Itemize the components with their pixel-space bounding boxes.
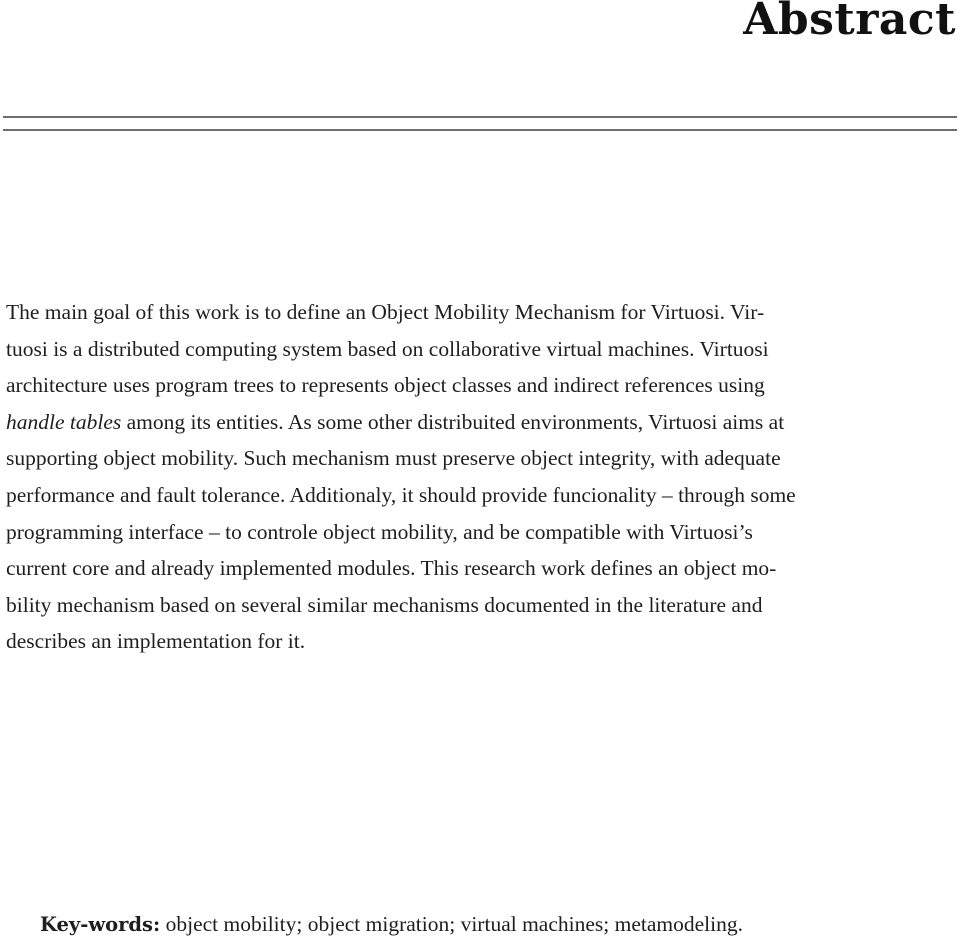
emphasis-handle-tables: handle tables — [6, 409, 122, 434]
keywords-text: object mobility; object migration; virtu… — [160, 912, 743, 936]
title-rule-bottom — [3, 129, 957, 131]
abstract-line: The main goal of this work is to define … — [6, 300, 765, 324]
abstract-line: architecture uses program trees to repre… — [6, 373, 765, 398]
section-title: Abstract — [743, 0, 956, 45]
abstract-line: describes an implementation for it. — [6, 629, 306, 654]
abstract-line: tuosi is a distributed computing system … — [6, 336, 769, 361]
keywords-label: Key-words: — [40, 913, 161, 936]
title-rule-top — [3, 116, 957, 118]
abstract-body: The main goal of this work is to define … — [6, 294, 956, 660]
abstract-line: programming interface – to controle obje… — [6, 519, 753, 544]
abstract-line: handle tables among its entities. As som… — [6, 404, 956, 441]
keywords: Key-words: object mobility; object migra… — [40, 912, 743, 937]
abstract-line: supporting object mobility. Such mechani… — [6, 446, 781, 471]
abstract-line: current core and already implemented mod… — [6, 556, 777, 581]
abstract-line: bility mechanism based on several simila… — [6, 592, 763, 617]
abstract-line-text: among its entities. As some other distri… — [121, 409, 785, 434]
abstract-line: performance and fault tolerance. Additio… — [6, 482, 796, 507]
